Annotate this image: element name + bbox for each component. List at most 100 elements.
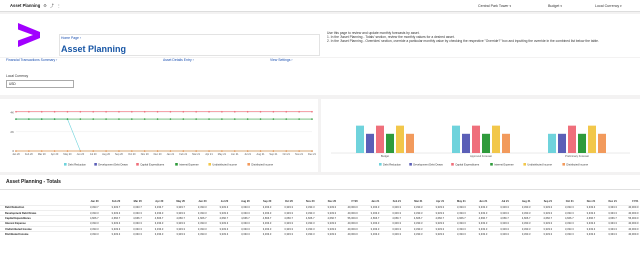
x-tick-label: Jan 21 [167,153,175,156]
selector-row: Financial Transactions Summary › Asset D… [0,58,640,95]
data-point [15,150,17,152]
settings-icon[interactable]: ⚙ [43,3,47,8]
legend-label: Development Debt Draws [413,163,443,167]
local-currency-label: Local Currency [6,74,29,78]
data-point [259,118,262,120]
bar [588,125,596,153]
view-settings-link[interactable]: View Settings › [270,58,293,62]
table-cell: 3,333.3 [380,231,402,238]
data-point [156,150,159,152]
legend-swatch [94,163,97,166]
data-point [156,110,159,113]
table-cell: 40,000.0 [337,231,359,238]
bar [376,125,384,153]
data-point [298,150,300,152]
bar [406,133,414,153]
data-point [182,110,185,113]
data-point [79,118,82,120]
x-tick-label: Jan 20 [12,153,20,156]
table-cell: 3,333.3 [423,231,446,238]
data-point [105,150,107,152]
local-currency-field[interactable]: USD [6,80,74,88]
data-point [259,110,262,113]
data-point [118,150,120,152]
x-tick-label: Oct 20 [128,153,136,156]
legend-label: Interest Expense [179,163,199,167]
model-selector[interactable]: Central Park Tower▾ [478,3,511,9]
data-point [233,118,236,120]
bar-chart-panel: Budget Approved Forecast Preliminary Forec… [321,99,640,172]
data-point [92,118,95,120]
table-cell: 3,333.3 [142,231,165,238]
legend-swatch [247,163,250,166]
legend-label: Capital Expenditures [455,163,480,167]
x-tick-label: Nov 21 [295,153,304,156]
x-tick-label: Jun 20 [77,153,85,156]
data-point [221,110,223,113]
data-point [285,150,288,152]
data-point [208,110,210,113]
legend-swatch [490,163,493,166]
financial-summary-link[interactable]: Financial Transactions Summary › [6,58,57,62]
x-tick-label: Aug 20 [102,153,111,156]
x-tick-label: May 20 [63,153,72,156]
share-icon[interactable]: ⤴ [50,3,54,9]
data-point [105,118,107,120]
x-tick-label: Apr 20 [51,153,59,156]
data-point [259,150,262,152]
model-selector-label: Central Park Tower [478,4,509,8]
data-point [169,150,172,152]
bar [472,125,480,153]
asset-details-link[interactable]: Asset Details Entry › [163,58,194,62]
data-point [15,118,17,120]
data-point [79,110,82,113]
table-cell: 3,333.3 [207,231,230,238]
data-point [66,150,69,152]
data-point [246,118,249,120]
currency-selector-label: Local Currency [595,4,620,8]
top-bar: Asset Planning ⚙ ⤴ ⋮ Central Park Tower▾… [0,0,640,12]
x-tick-label: Jul 21 [244,153,251,156]
x-tick-label: Jun 21 [231,153,239,156]
line-chart: 4K2K0Jan 20 Feb 20 Mar 20 Apr 20 May 20 Jun 2… [10,110,316,167]
legend-swatch [64,163,67,166]
legend-swatch [409,163,412,166]
data-point [208,150,210,152]
data-point [298,118,300,120]
table-cell: 3,333.3 [509,231,532,238]
bar [568,125,576,153]
currency-selector[interactable]: Local Currency▾ [595,3,622,9]
table-cell: 3,333.3 [164,231,186,238]
legend-swatch [208,163,211,166]
data-point [272,110,275,113]
data-point [53,110,56,113]
y-tick-label: 2K [10,130,14,134]
bar [396,125,404,153]
version-selector[interactable]: Budget▾ [548,3,562,9]
row-label: Distributed Income [0,231,78,238]
legend-swatch [175,163,178,166]
table-cell: 3,333.3 [185,231,208,238]
breadcrumb[interactable]: Home Page › [61,36,81,40]
table-cell: 3,333.3 [596,231,618,238]
legend-label: Debt Reduction [383,163,401,167]
x-tick-label: May 21 [218,153,227,156]
table-cell: 3,333.3 [445,231,467,238]
data-point [272,150,275,152]
data-point [66,118,69,120]
table-cell: 3,333.3 [99,231,122,238]
data-point [221,118,223,120]
totals-table: Jan 20 Feb 20 Mar 20 Apr 20 May 20 Jun 20 Jul … [0,199,640,238]
bar [482,133,490,153]
data-point [118,118,120,120]
more-icon[interactable]: ⋮ [57,3,61,8]
data-point [272,118,275,120]
table-cell: 3,333.3 [250,231,273,238]
bar [578,133,586,153]
legend-swatch [562,163,565,166]
series-line [16,118,312,152]
data-point [40,118,43,120]
bar [462,133,470,153]
table-cell: 3,333.3 [78,231,100,238]
data-point [131,110,133,113]
